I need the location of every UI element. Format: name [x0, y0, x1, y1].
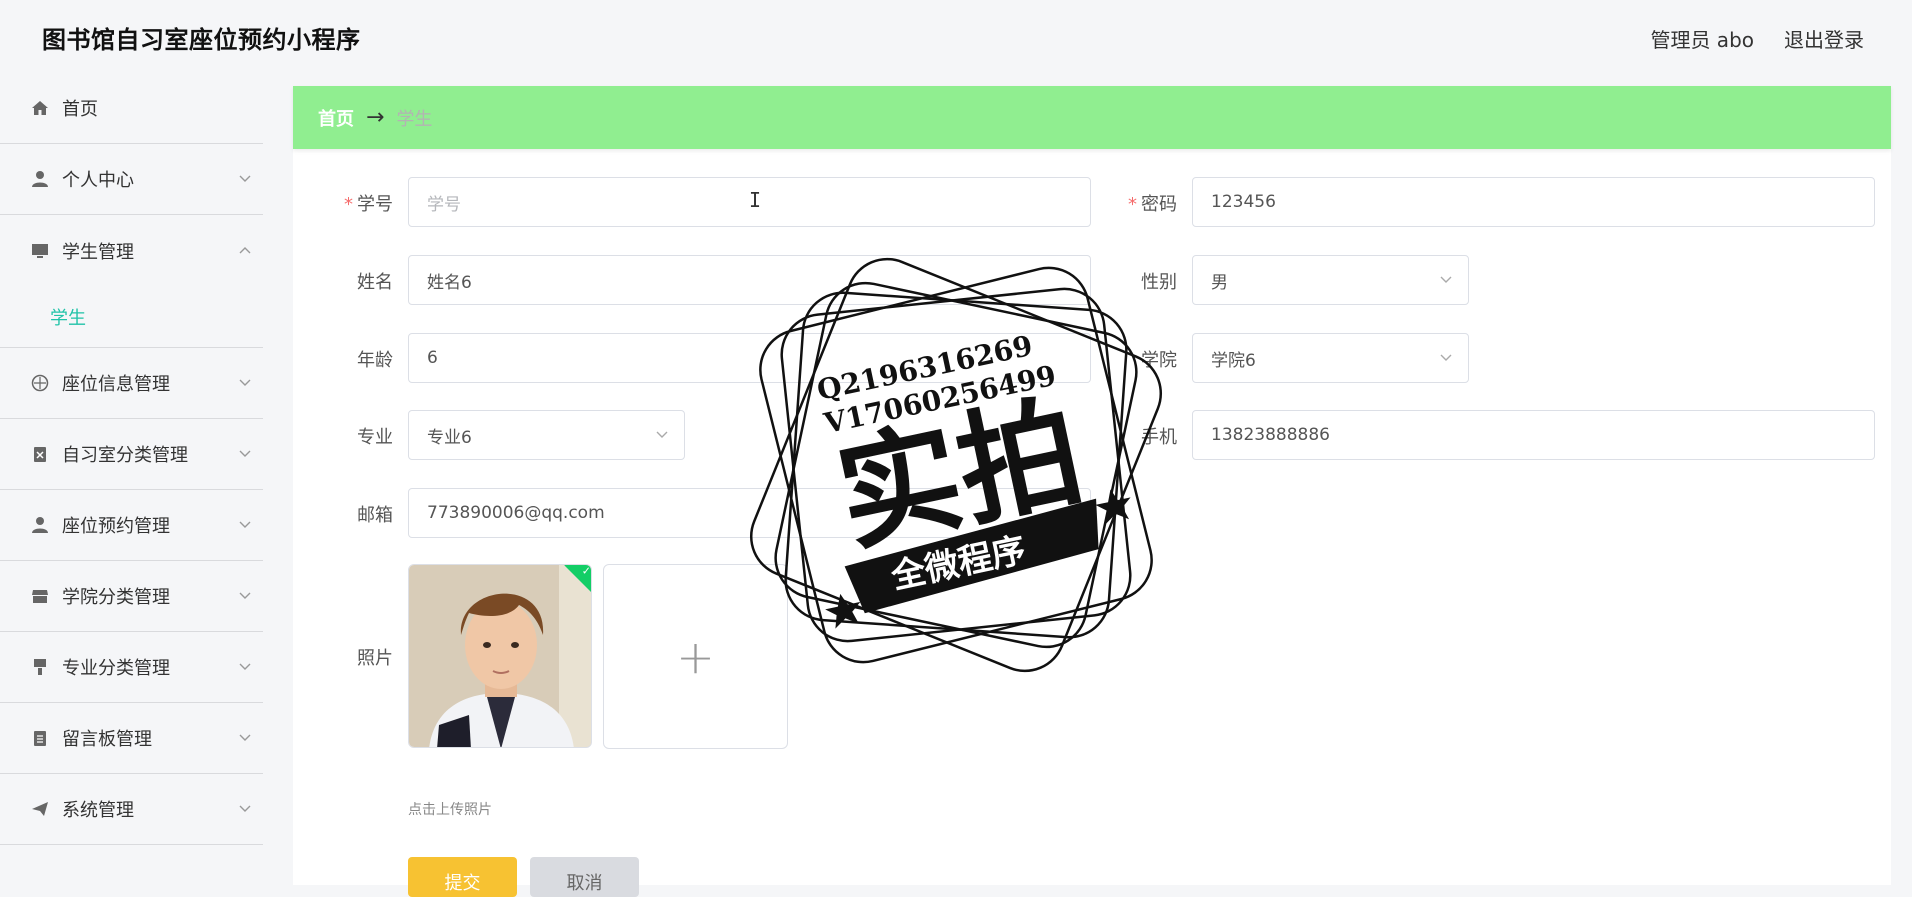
store-icon [30, 586, 50, 606]
name-input[interactable]: 姓名6 [408, 255, 1091, 305]
sidebar-item-home[interactable]: 首页 [0, 72, 263, 144]
password-input[interactable]: 123456 [1192, 177, 1875, 227]
password-label-text: 密码 [1141, 194, 1177, 215]
sidebar-item-label: 学院分类管理 [62, 587, 170, 608]
upload-photo-button[interactable]: + [603, 564, 788, 749]
email-label: 邮箱 [357, 505, 393, 526]
college-select[interactable]: 学院6 [1192, 333, 1469, 383]
sidebar-item-college-category[interactable]: 学院分类管理 [0, 561, 263, 632]
age-label: 年龄 [357, 350, 393, 371]
uploaded-photo[interactable]: ✓ [408, 564, 592, 748]
sidebar-item-label: 系统管理 [62, 800, 134, 821]
email-input[interactable]: 773890006@qq.com [408, 488, 1091, 538]
sidebar-item-message-board[interactable]: 留言板管理 [0, 703, 263, 774]
avatar [409, 565, 591, 747]
photo-label: 照片 [357, 648, 393, 669]
chevron-down-icon [239, 518, 251, 528]
brush-icon [30, 657, 50, 677]
sidebar-item-students[interactable]: 学生管理 [0, 215, 263, 286]
sidebar-subitem-student[interactable]: 学生 [0, 286, 263, 348]
password-label: * 密码 [1077, 190, 1177, 216]
breadcrumb-home[interactable]: 首页 [318, 105, 354, 131]
sidebar-item-label: 首页 [62, 98, 98, 120]
upload-tip: 点击上传照片 [408, 802, 492, 818]
age-input[interactable]: 6 [408, 333, 1091, 383]
compass-icon [30, 373, 50, 393]
sidebar-item-system[interactable]: 系统管理 [0, 774, 263, 845]
required-mark: * [1128, 194, 1137, 215]
sidebar-item-label: 专业分类管理 [62, 658, 170, 679]
admin-label[interactable]: 管理员 abo [1650, 24, 1754, 53]
home-icon [30, 98, 50, 118]
check-icon: ✓ [581, 564, 591, 578]
chevron-down-icon [239, 802, 251, 812]
user-icon [30, 169, 50, 189]
chevron-down-icon [239, 447, 251, 457]
chevron-down-icon [239, 172, 251, 182]
chevron-down-icon [1440, 273, 1452, 287]
sidebar-item-profile[interactable]: 个人中心 [0, 144, 263, 215]
gender-select[interactable]: 男 [1192, 255, 1469, 305]
required-mark: * [344, 194, 353, 215]
breadcrumb-arrow: → [366, 105, 385, 130]
chevron-down-icon [1440, 351, 1452, 365]
send-icon [30, 799, 50, 819]
clipboard-icon [30, 444, 50, 464]
gender-value: 男 [1211, 272, 1228, 293]
sidebar-item-label: 自习室分类管理 [62, 445, 188, 466]
notebook-icon [30, 728, 50, 748]
cancel-button[interactable]: 取消 [530, 857, 639, 897]
person-icon [30, 515, 50, 535]
sidebar-item-seat-info[interactable]: 座位信息管理 [0, 348, 263, 419]
sidebar-item-label: 座位信息管理 [62, 374, 170, 395]
sidebar-item-room-category[interactable]: 自习室分类管理 [0, 419, 263, 490]
chevron-down-icon [239, 731, 251, 741]
major-label: 专业 [357, 427, 393, 448]
sidebar-item-label: 座位预约管理 [62, 516, 170, 537]
sidebar-item-label: 留言板管理 [62, 729, 152, 750]
major-value: 专业6 [427, 427, 472, 448]
top-right-actions: 管理员 abo 退出登录 [1650, 24, 1864, 53]
top-bar: 图书馆自习室座位预约小程序 管理员 abo 退出登录 [0, 0, 1912, 72]
sidebar-item-seat-booking[interactable]: 座位预约管理 [0, 490, 263, 561]
college-label: 学院 [1141, 350, 1177, 371]
app-title: 图书馆自习室座位预约小程序 [42, 26, 361, 54]
phone-label: 手机 [1141, 427, 1177, 448]
plus-icon: + [676, 629, 715, 684]
phone-input[interactable]: 13823888886 [1192, 410, 1875, 460]
student-no-label-text: 学号 [357, 194, 393, 215]
chevron-down-icon [656, 428, 668, 442]
monitor-icon [30, 241, 50, 261]
main-panel: 首页 → 学生 * 学号 学号 I * 密码 123456 姓名 姓名6 性别 男 … [293, 86, 1891, 897]
logout-link[interactable]: 退出登录 [1784, 24, 1864, 53]
chevron-up-icon [239, 243, 251, 254]
college-value: 学院6 [1211, 350, 1256, 371]
text-cursor-icon: I [749, 188, 762, 212]
name-label: 姓名 [357, 272, 393, 293]
student-no-label: * 学号 [293, 190, 393, 216]
breadcrumb-current: 学生 [396, 108, 433, 130]
sidebar-item-major-category[interactable]: 专业分类管理 [0, 632, 263, 703]
sidebar: 首页 个人中心 学生管理 学生 座位信息管理 自习室分类管理 座位预约管理 学院… [0, 72, 263, 885]
sidebar-item-label: 学生管理 [62, 241, 134, 263]
chevron-down-icon [239, 589, 251, 599]
major-select[interactable]: 专业6 [408, 410, 685, 460]
chevron-down-icon [239, 376, 251, 386]
gender-label: 性别 [1141, 272, 1177, 293]
breadcrumb: 首页 → 学生 [293, 86, 1891, 149]
chevron-down-icon [239, 660, 251, 670]
submit-button[interactable]: 提交 [408, 857, 517, 897]
sidebar-item-label: 个人中心 [62, 170, 134, 191]
